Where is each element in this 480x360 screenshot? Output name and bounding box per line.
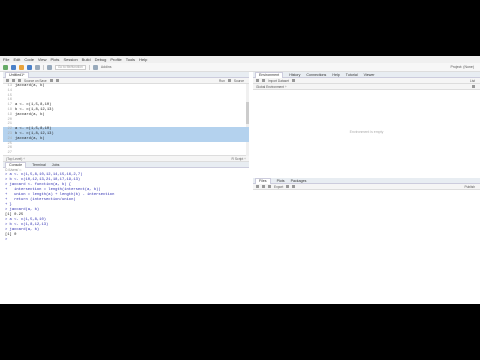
print-icon[interactable] — [47, 64, 52, 70]
save-icon[interactable] — [18, 79, 21, 82]
tab-plots[interactable]: Plots — [277, 179, 285, 183]
tab-untitled1[interactable]: Untitled1* — [5, 71, 29, 78]
console-output: > a <- c(1,5,8,10,12,14,15,16,2,7) > b <-… — [3, 173, 249, 243]
line-code: jaccard(a, b) — [15, 136, 45, 141]
tab-console[interactable]: Console — [5, 161, 27, 168]
project-menu[interactable]: Project: (None) — [450, 65, 474, 69]
publish-button[interactable]: Publish — [465, 185, 480, 189]
menu-item-profile[interactable]: Profile — [110, 57, 121, 62]
toolbar-divider — [43, 64, 44, 70]
wand-icon[interactable] — [55, 79, 59, 82]
export-button[interactable]: Export — [274, 185, 283, 189]
environment-empty-message: Environment is empty — [349, 130, 384, 134]
file-type-selector[interactable]: R Script ÷ — [232, 157, 246, 161]
forward-arrow-icon[interactable] — [262, 185, 265, 188]
line-code: a <- c(1,5,8,10) — [15, 127, 52, 132]
menu-item-build[interactable]: Build — [82, 57, 91, 62]
save-workspace-icon[interactable] — [262, 79, 265, 82]
back-arrow-icon[interactable] — [6, 79, 9, 82]
goto-file-input[interactable]: Go to file/function — [55, 64, 86, 70]
line-code: a <- c(1,5,8,10) — [15, 103, 52, 108]
menu-item-code[interactable]: Code — [24, 57, 34, 62]
open-workspace-icon[interactable] — [256, 79, 259, 82]
line-code: b <- c(1,8,12,13) — [15, 108, 54, 112]
toolbar-divider — [88, 64, 90, 70]
scope-indicator[interactable]: (Top Level) ÷ — [6, 157, 25, 161]
environment-list: Environment is empty — [253, 90, 480, 178]
menu-item-session[interactable]: Session — [63, 57, 77, 62]
menu-item-edit[interactable]: Edit — [13, 57, 20, 62]
forward-arrow-icon[interactable] — [12, 79, 15, 82]
console-pane[interactable]: Console Terminal Jobs C:/Users/ ⇨ > a <- c… — [3, 161, 249, 299]
menu-item-view[interactable]: View — [38, 57, 47, 62]
addins-menu[interactable]: Addins — [101, 65, 112, 69]
zoom-icon[interactable] — [268, 185, 271, 188]
menu-item-tools[interactable]: Tools — [126, 57, 135, 62]
tab-history[interactable]: History — [289, 73, 300, 77]
console-input-line: > — [5, 238, 8, 242]
rstudio-window: File Edit Code View Plots Session Build Debug Pr… — [0, 56, 480, 304]
tab-packages[interactable]: Packages — [291, 179, 307, 183]
editor-line[interactable]: 27 — [3, 151, 249, 156]
left-column: Untitled1* Source on Save Run Source 13 j… — [3, 71, 249, 304]
tab-help[interactable]: Help — [332, 73, 339, 77]
search-icon[interactable] — [472, 85, 475, 88]
search-icon[interactable] — [49, 79, 53, 82]
plots-viewer — [253, 190, 480, 304]
line-code: jaccard(a, b) — [15, 84, 45, 88]
tab-environment[interactable]: Environment — [255, 71, 284, 78]
menu-item-debug[interactable]: Debug — [95, 57, 107, 62]
new-file-icon[interactable] — [3, 64, 8, 70]
source-on-save-checkbox[interactable]: Source on Save — [24, 79, 47, 83]
back-arrow-icon[interactable] — [256, 185, 259, 188]
code-editor[interactable]: 13 jaccard(a, b) 14 15 16 17 a <- c(1,5,8,10) 1… — [3, 84, 249, 156]
tab-terminal[interactable]: Terminal — [32, 163, 46, 167]
global-environment-selector[interactable]: Global Environment ÷ — [256, 85, 287, 89]
line-code: jaccard(a, b) — [15, 112, 45, 117]
list-view-toggle[interactable]: List — [470, 79, 480, 83]
rerun-icon[interactable] — [227, 79, 231, 82]
tab-files[interactable]: Files — [255, 177, 271, 184]
tab-jobs[interactable]: Jobs — [52, 163, 60, 167]
main-toolbar: Go to file/function Addins Project: (Non… — [0, 63, 480, 72]
open-project-icon[interactable] — [11, 64, 16, 70]
line-code: b <- c(1,8,12,13) — [15, 132, 54, 136]
tab-tutorial[interactable]: Tutorial — [346, 73, 358, 77]
right-column: Environment History Connections Help Tutoria… — [253, 71, 480, 304]
menu-item-file[interactable]: File — [3, 57, 9, 62]
menu-bar: File Edit Code View Plots Session Build Debug Pr… — [0, 56, 480, 63]
line-number: 27 — [7, 151, 12, 156]
grid-icon[interactable] — [92, 64, 98, 70]
broom-icon[interactable] — [291, 79, 295, 82]
broom-icon[interactable] — [292, 185, 296, 188]
import-dataset-button[interactable]: Import Dataset — [268, 79, 289, 83]
menu-item-help[interactable]: Help — [139, 57, 147, 62]
menu-item-plots[interactable]: Plots — [51, 57, 60, 62]
run-button[interactable]: Run — [219, 79, 225, 83]
tab-connections[interactable]: Connections — [306, 73, 326, 77]
save-icon[interactable] — [27, 64, 32, 70]
source-button[interactable]: Source — [234, 79, 249, 83]
tab-viewer[interactable]: Viewer — [364, 73, 375, 77]
open-file-icon[interactable] — [19, 64, 24, 70]
save-all-icon[interactable] — [35, 64, 40, 70]
close-icon[interactable] — [286, 185, 290, 188]
